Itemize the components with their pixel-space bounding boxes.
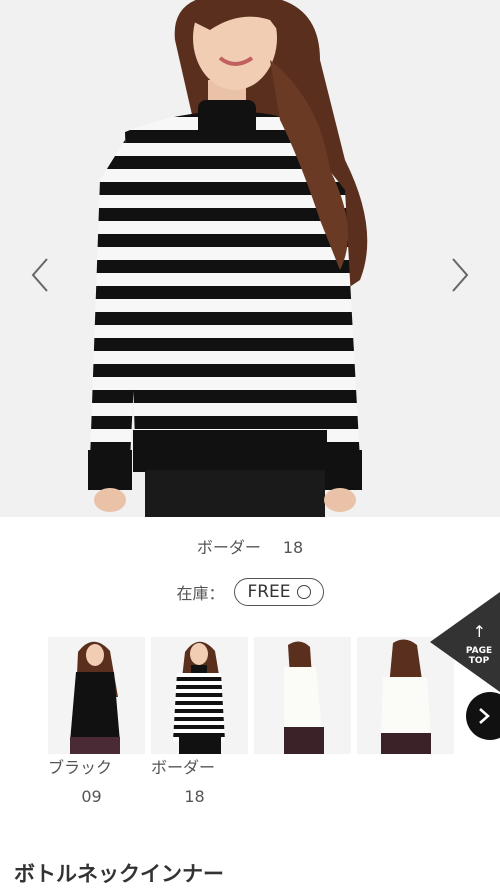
page-top-line2: TOP [468, 656, 490, 666]
product-hero-image [0, 0, 500, 517]
gallery-next-button[interactable] [440, 250, 480, 300]
model-black-thumb [48, 637, 145, 754]
variant-thumbnails: ブラック 09 ボーダー 18 [48, 637, 454, 806]
page-top-line1: PAGE [465, 646, 493, 656]
in-stock-circle-icon [296, 585, 311, 599]
size-label: FREE [247, 582, 291, 602]
page-top-button[interactable]: ↑ PAGE TOP [430, 592, 500, 692]
page-top-label: PAGE TOP [464, 646, 494, 666]
variant-image [48, 637, 145, 754]
variant-name: ボーダー [151, 758, 216, 777]
model-border-thumb [151, 637, 248, 754]
variant-image [254, 637, 351, 754]
model-illustration [0, 0, 500, 517]
current-color-label: ボーダー 18 [0, 534, 500, 558]
chevron-right-icon [479, 708, 490, 724]
thumbnail-next-button[interactable] [466, 692, 500, 740]
product-title: ボトルネックインナー [14, 862, 224, 886]
variant-code: 18 [184, 787, 205, 806]
stock-row: 在庫： FREE [0, 578, 500, 606]
variant-image [151, 637, 248, 754]
size-option-button[interactable]: FREE [234, 578, 324, 606]
arrow-up-icon: ↑ [472, 622, 486, 641]
stock-label: 在庫： [176, 584, 225, 603]
chevron-left-icon [31, 258, 48, 292]
page-top-triangle [430, 592, 500, 692]
model-white-side-thumb [254, 637, 351, 754]
gallery-prev-button[interactable] [20, 250, 60, 300]
current-color-name: ボーダー [196, 538, 261, 557]
variant-thumb-black[interactable]: ブラック 09 [48, 637, 145, 806]
variant-thumb-white-side[interactable] [254, 637, 351, 806]
variant-thumb-border[interactable]: ボーダー 18 [151, 637, 248, 806]
variant-name: ブラック [48, 758, 113, 777]
current-color-code: 18 [282, 538, 304, 557]
chevron-right-icon [452, 258, 469, 292]
variant-code: 09 [81, 787, 102, 806]
